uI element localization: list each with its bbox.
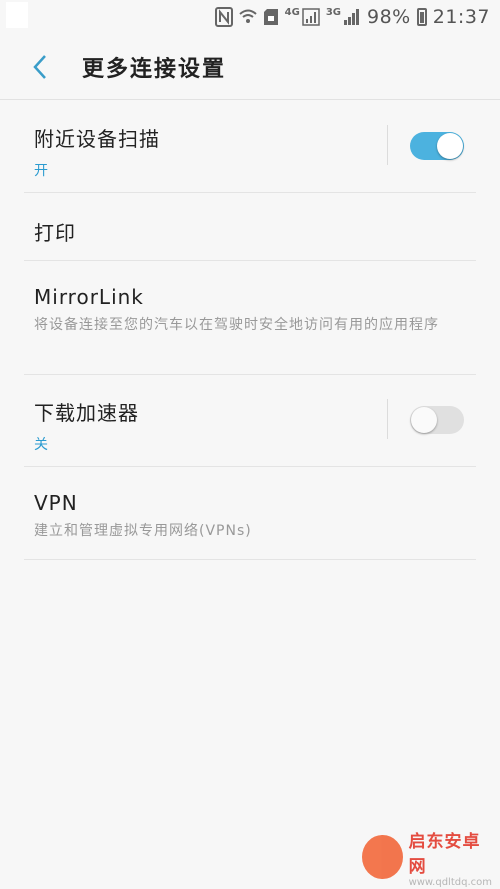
list-item-title: 打印 [34,221,76,245]
chevron-left-icon [33,54,46,79]
list-item-status: 开 [34,163,48,179]
list-item-title: MirrorLink [34,285,144,309]
download-booster-toggle[interactable] [410,406,464,434]
battery-percent: 98% [367,6,411,28]
signal-icon-2 [343,8,361,26]
list-item-download-booster[interactable]: 下载加速器 关 [24,375,476,467]
network-type-label: 4G [284,6,300,18]
page-title: 更多连接设置 [82,56,227,82]
sim-card-icon [263,8,279,26]
app-indicator [6,2,28,28]
vertical-divider [387,399,388,439]
status-bar: 4G 3G 98% 21:37 [0,0,500,34]
network-type-label-2: 3G [325,6,341,18]
wifi-icon [238,8,257,26]
battery-icon [416,8,427,26]
nearby-scan-toggle[interactable] [410,132,464,160]
list-item-print[interactable]: 打印 [24,193,476,261]
list-item-status: 关 [34,437,48,453]
signal-icon [302,8,320,26]
toggle-knob [437,133,463,159]
list-item-subtitle: 建立和管理虚拟专用网络(VPNs) [34,523,252,539]
watermark-title: 启东安卓网 [408,831,481,877]
back-button[interactable] [18,45,62,89]
settings-list: 附近设备扫描 开 打印 MirrorLink 将设备连接至您的汽车以在驾驶时安全… [24,101,476,560]
nfc-icon [214,7,233,27]
list-item-subtitle: 将设备连接至您的汽车以在驾驶时安全地访问有用的应用程序 [34,317,439,333]
list-item-vpn[interactable]: VPN 建立和管理虚拟专用网络(VPNs) [24,467,476,560]
watermark-url: www.qdltdq.com [408,876,492,888]
app-header: 更多连接设置 [0,34,500,100]
list-item-mirrorlink[interactable]: MirrorLink 将设备连接至您的汽车以在驾驶时安全地访问有用的应用程序 [24,261,476,375]
list-item-nearby-scan[interactable]: 附近设备扫描 开 [24,101,476,193]
list-item-title: VPN [34,491,78,515]
vertical-divider [387,125,388,165]
toggle-knob [411,407,437,433]
clock: 21:37 [432,6,490,28]
watermark: 启东安卓网 www.qdltdq.com [362,829,492,888]
watermark-logo-icon [362,835,403,879]
